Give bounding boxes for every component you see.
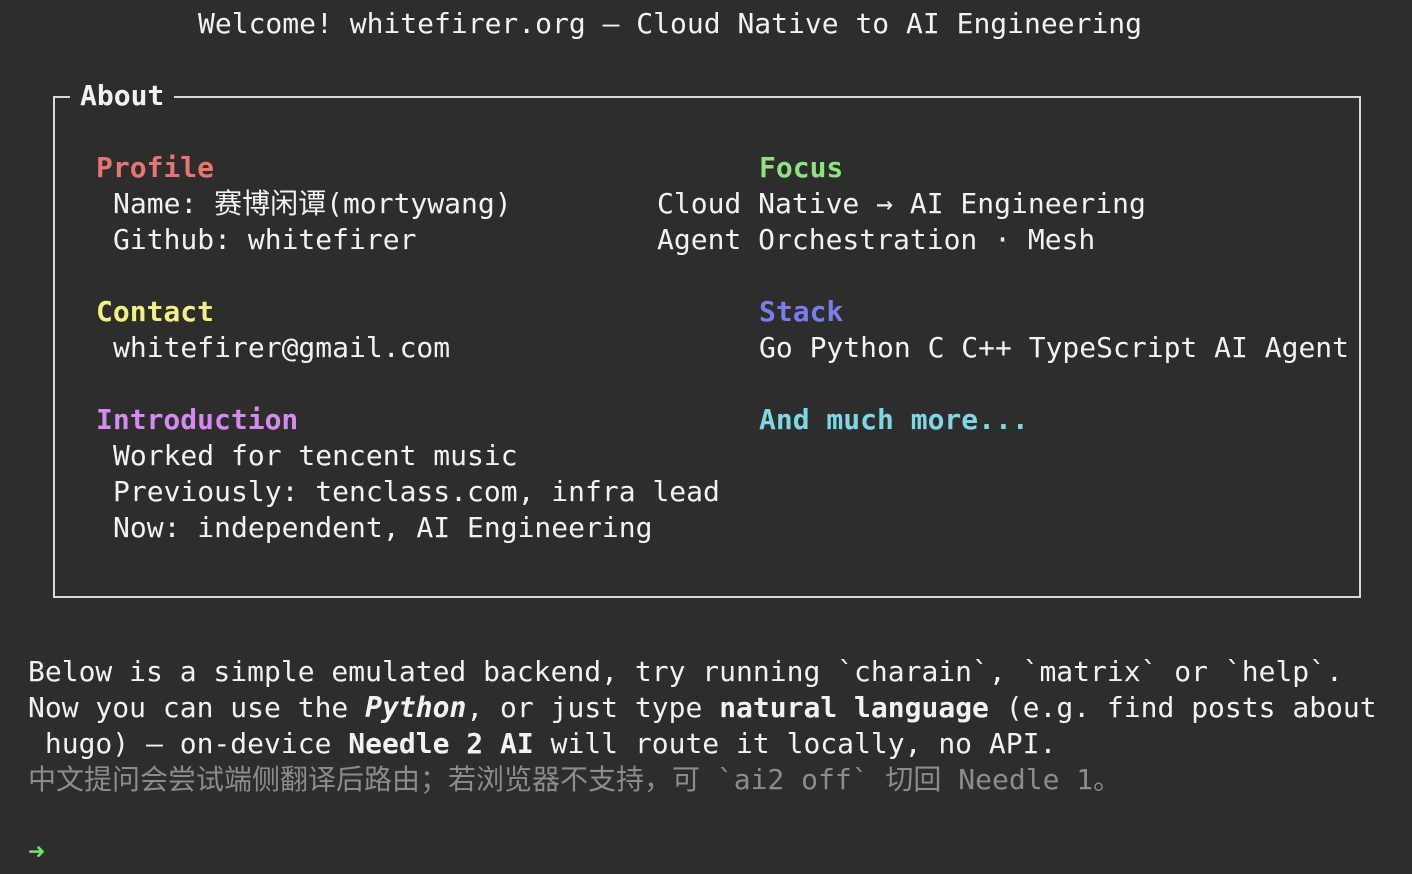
info-line-2-text-a: Now you can use the (28, 691, 366, 724)
profile-name: Name: 赛博闲谭(mortywang) (113, 187, 512, 220)
info-line-3-text-a: hugo) — on-device (28, 727, 349, 760)
focus-line-2: Agent Orchestration · Mesh (657, 223, 1096, 256)
stack-heading: Stack (759, 295, 844, 328)
info-line-2: Now you can use the Python, or just type… (28, 690, 1377, 726)
introduction-heading: Introduction (96, 403, 299, 436)
contact-heading: Contact (96, 295, 215, 328)
info-line-4: 中文提问会尝试端侧翻译后路由；若浏览器不支持，可 `ai2 off` 切回 Ne… (28, 763, 1122, 796)
info-line-3: hugo) — on-device Needle 2 AI will route… (28, 726, 1056, 762)
focus-line-1: Cloud Native → AI Engineering (657, 187, 1146, 220)
introduction-line-2: Previously: tenclass.com, infra lead (113, 475, 720, 508)
profile-heading: Profile (96, 151, 215, 184)
prompt-arrow-icon[interactable]: ➜ (28, 834, 45, 870)
more-text: And much more... (759, 403, 1029, 436)
python-emphasis: Python (365, 691, 467, 724)
introduction-line-1: Worked for tencent music (113, 439, 518, 472)
focus-heading: Focus (759, 151, 844, 184)
contact-email: whitefirer@gmail.com (113, 331, 451, 364)
welcome-banner: Welcome! whitefirer.org — Cloud Native t… (198, 7, 1143, 40)
stack-items: Go Python C C++ TypeScript AI Agent (759, 331, 1350, 364)
natural-language-emphasis: natural language (719, 691, 989, 724)
profile-github: Github: whitefirer (113, 223, 417, 256)
info-line-1: Below is a simple emulated backend, try … (28, 655, 1343, 688)
needle-emphasis: Needle 2 AI (348, 727, 534, 760)
info-line-2-text-c: (e.g. find posts about (988, 691, 1377, 724)
info-line-2-text-b: , or just type (466, 691, 720, 724)
info-line-3-text-b: will route it locally, no API. (533, 727, 1057, 760)
introduction-line-3: Now: independent, AI Engineering (113, 511, 653, 544)
about-panel-title: About (70, 78, 175, 114)
